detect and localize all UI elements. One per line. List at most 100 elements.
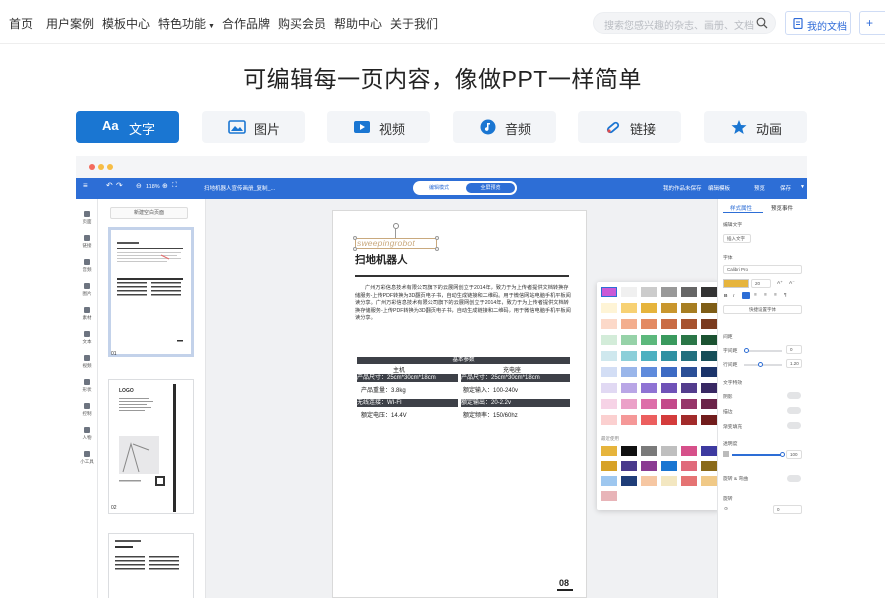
color-swatch[interactable] — [681, 367, 697, 377]
sidebar-pages[interactable]: 页面 — [76, 211, 98, 225]
resize-handle-tr[interactable] — [435, 236, 439, 240]
color-swatch[interactable] — [621, 383, 637, 393]
nav-features[interactable]: 特色功能 ▼ — [158, 15, 215, 32]
preview-button[interactable]: 预览 — [754, 184, 765, 192]
sidebar-images[interactable]: 图片 — [76, 283, 98, 297]
recent-color-swatch[interactable] — [661, 461, 677, 471]
color-swatch[interactable] — [641, 351, 657, 361]
color-swatch[interactable] — [681, 287, 697, 297]
sidebar-links[interactable]: 链接 — [76, 235, 98, 249]
color-fill-icon[interactable] — [742, 292, 750, 299]
color-swatch[interactable] — [661, 335, 677, 345]
color-swatch[interactable] — [661, 319, 677, 329]
color-swatch[interactable] — [601, 335, 617, 345]
color-swatch[interactable] — [621, 399, 637, 409]
color-swatch[interactable] — [641, 367, 657, 377]
recent-color-swatch[interactable] — [601, 446, 617, 456]
color-swatch[interactable] — [661, 415, 677, 425]
color-swatch[interactable] — [641, 319, 657, 329]
resize-handle-br[interactable] — [435, 247, 439, 251]
recent-color-swatch[interactable] — [661, 446, 677, 456]
color-swatch[interactable] — [601, 383, 617, 393]
add-page-button[interactable]: 新建空白页面 — [110, 207, 188, 219]
brand-text[interactable]: sweepingrobot — [357, 238, 415, 248]
color-swatch[interactable] — [601, 287, 617, 297]
intro-paragraph[interactable]: 广州万彩信息技术有限公司旗下的云展网创立于2014年，致力于为上传者提供文档转换… — [355, 285, 573, 323]
mode-edit-button[interactable]: 编辑模式 — [415, 183, 463, 193]
sidebar-widgets[interactable]: 小工具 — [76, 451, 98, 465]
recent-color-swatch[interactable] — [641, 446, 657, 456]
page-thumbnail-1[interactable] — [108, 227, 194, 357]
sidebar-text[interactable]: 文本 — [76, 331, 98, 345]
stroke-toggle[interactable] — [787, 407, 801, 414]
rotate-handle[interactable] — [393, 223, 399, 229]
my-docs-button[interactable]: 我的文档 — [785, 11, 851, 35]
search-input[interactable]: 搜索您感兴趣的杂志、画册、文档 — [593, 12, 776, 34]
more-caret-icon[interactable]: ▼ — [800, 184, 805, 190]
recent-color-swatch[interactable] — [601, 476, 617, 486]
color-swatch[interactable] — [701, 335, 717, 345]
font-increase-icon[interactable]: A⁺ — [777, 281, 783, 286]
font-select[interactable]: Calibri Pro — [723, 265, 802, 274]
color-swatch[interactable] — [701, 287, 717, 297]
shadow-toggle[interactable] — [787, 392, 801, 399]
sidebar-shapes[interactable]: 形状 — [76, 379, 98, 393]
color-swatch[interactable] — [621, 335, 637, 345]
color-swatch[interactable] — [621, 351, 637, 361]
color-swatch[interactable] — [661, 303, 677, 313]
opacity-knob[interactable] — [780, 452, 785, 457]
color-swatch[interactable] — [681, 399, 697, 409]
letter-spacing-input[interactable]: 0 — [786, 345, 802, 354]
color-swatch[interactable] — [681, 319, 697, 329]
undo-icon[interactable]: ↶ — [106, 181, 113, 190]
color-swatch[interactable] — [661, 383, 677, 393]
bold-button[interactable]: B — [724, 294, 727, 299]
recent-color-swatch[interactable] — [641, 461, 657, 471]
color-swatch[interactable] — [701, 367, 717, 377]
recent-color-swatch[interactable] — [621, 446, 637, 456]
nav-buy-vip[interactable]: 购买会员 — [278, 15, 326, 32]
sidebar-assets[interactable]: 素材 — [76, 307, 98, 321]
nav-partners[interactable]: 合作品牌 — [222, 15, 270, 32]
color-swatch[interactable] — [701, 415, 717, 425]
nav-help[interactable]: 帮助中心 — [334, 15, 382, 32]
color-swatch[interactable] — [661, 399, 677, 409]
tab-style-props[interactable]: 样式属性 — [730, 204, 752, 212]
letter-spacing-knob[interactable] — [744, 348, 749, 353]
rotate-input[interactable]: 0 — [773, 505, 802, 514]
mode-preview-button[interactable]: 全屏预览 — [466, 183, 515, 193]
align-center-icon[interactable]: ≡ — [764, 293, 767, 298]
fit-screen-icon[interactable]: ⛶ — [172, 182, 177, 190]
color-swatch[interactable] — [701, 303, 717, 313]
color-swatch[interactable] — [681, 303, 697, 313]
recent-color-swatch[interactable] — [701, 446, 717, 456]
recent-color-swatch[interactable] — [701, 476, 717, 486]
color-swatch[interactable] — [661, 287, 677, 297]
doc-name[interactable]: 扫地机器人宣传画册_复制_... — [204, 184, 275, 192]
tab-audio[interactable]: 音频 — [453, 111, 556, 143]
recent-color-swatch[interactable] — [601, 491, 617, 501]
sidebar-video[interactable]: 视频 — [76, 355, 98, 369]
recent-color-swatch[interactable] — [621, 461, 637, 471]
recent-color-swatch[interactable] — [621, 476, 637, 486]
color-swatch[interactable] — [661, 367, 677, 377]
tab-image[interactable]: 图片 — [202, 111, 305, 143]
color-swatch[interactable] — [601, 351, 617, 361]
edit-template-button[interactable]: 编辑模板 — [708, 184, 730, 192]
page-thumbnail-2[interactable]: LOGO — [108, 379, 194, 514]
close-dot[interactable] — [89, 164, 95, 170]
color-swatch[interactable] — [701, 319, 717, 329]
opacity-slider[interactable] — [732, 454, 784, 456]
color-swatch[interactable] — [681, 335, 697, 345]
canvas-page[interactable]: sweepingrobot 扫地机器人 广州万彩信息技术有限公司旗下的云展网创立… — [332, 210, 587, 598]
sidebar-audio[interactable]: 音频 — [76, 259, 98, 273]
tab-animation[interactable]: 动画 — [704, 111, 807, 143]
color-swatch[interactable] — [641, 415, 657, 425]
recent-color-swatch[interactable] — [601, 461, 617, 471]
rotate-curve-toggle[interactable] — [787, 475, 801, 482]
color-swatch[interactable] — [621, 415, 637, 425]
line-spacing-knob[interactable] — [758, 362, 763, 367]
search-icon[interactable] — [756, 17, 768, 29]
font-color-swatch[interactable] — [723, 279, 749, 288]
align-right-icon[interactable]: ≡ — [774, 293, 777, 298]
